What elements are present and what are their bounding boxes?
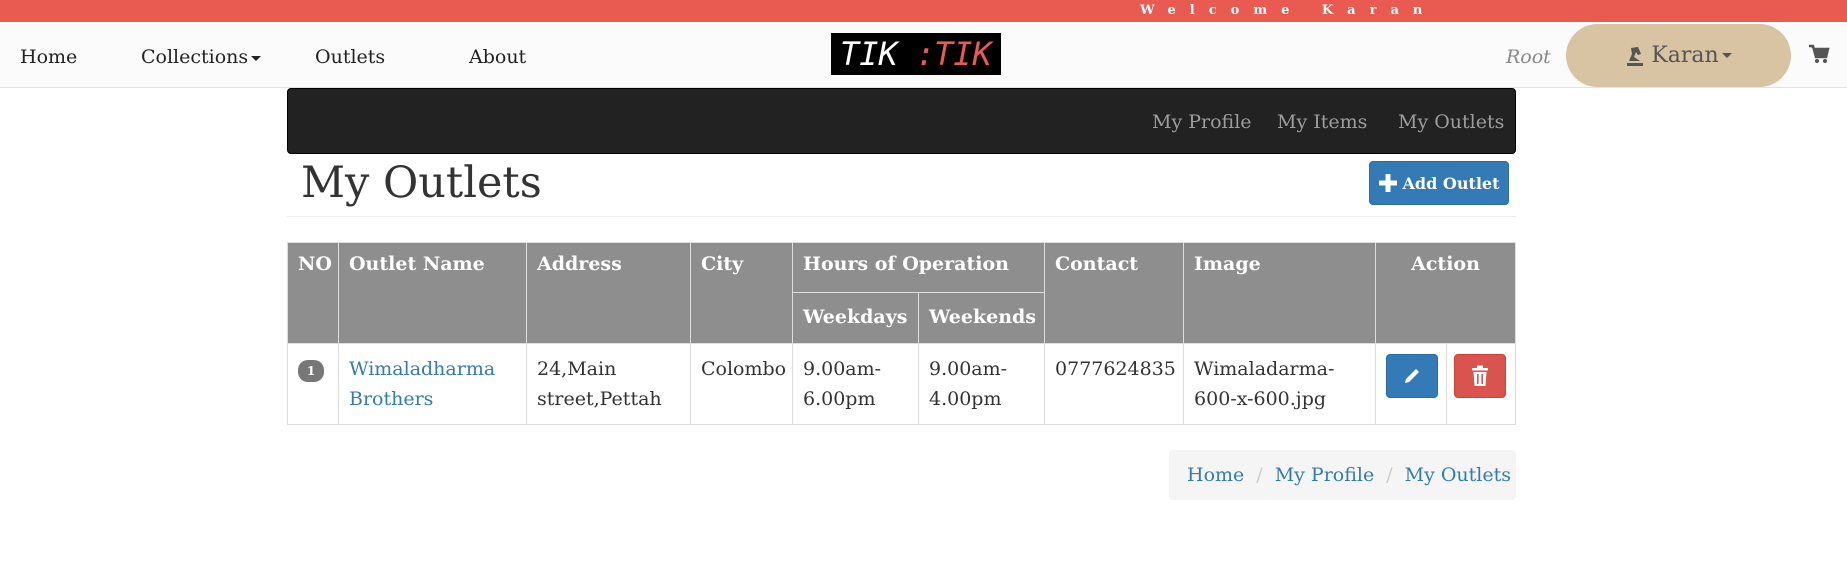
- header-weekends: Weekends: [917, 292, 1046, 344]
- plus-icon: [1378, 174, 1397, 192]
- breadcrumb: Home / My Profile / My Outlets: [1169, 450, 1516, 500]
- chevron-down-icon: [251, 55, 262, 61]
- breadcrumb-my-outlets[interactable]: My Outlets: [1405, 464, 1511, 486]
- header-weekdays: Weekdays: [792, 292, 919, 344]
- nav-collections-dropdown[interactable]: Collections: [141, 46, 262, 68]
- add-outlet-label: Add Outlet: [1402, 173, 1500, 193]
- cell-image: Wimaladarma-600-x-600.jpg: [1183, 343, 1377, 425]
- logo-left-text: TIK: [840, 37, 901, 71]
- nav-outlets-link[interactable]: Outlets: [315, 46, 385, 68]
- logo-right-text: TIK: [934, 37, 995, 71]
- header-contact: Contact: [1044, 242, 1185, 344]
- brand-logo[interactable]: TIK : TIK: [831, 33, 1001, 75]
- top-navbar: Home Collections Outlets About TIK : TIK…: [0, 22, 1847, 88]
- chess-knight-icon: [1627, 46, 1644, 66]
- breadcrumb-my-profile[interactable]: My Profile: [1275, 464, 1375, 486]
- logo-separator: :: [916, 37, 935, 71]
- profile-subnav: My Profile My Items My Outlets: [287, 88, 1516, 154]
- action-divider: [1376, 344, 1448, 424]
- nav-home-link[interactable]: Home: [20, 46, 77, 68]
- table-row: 1 Wimaladharma Brothers 24,Main street,P…: [287, 343, 1517, 425]
- title-divider: [287, 216, 1516, 217]
- cart-icon[interactable]: [1808, 44, 1830, 68]
- subnav-my-outlets[interactable]: My Outlets: [1398, 111, 1504, 133]
- cell-address: 24,Main street,Pettah: [526, 343, 691, 425]
- welcome-bar: Welcome Karan: [0, 0, 1847, 22]
- breadcrumb-home[interactable]: Home: [1187, 464, 1244, 486]
- header-city: City: [690, 242, 793, 344]
- cell-weekends: 9.00am-4.00pm: [917, 343, 1046, 425]
- subnav-my-items[interactable]: My Items: [1277, 111, 1367, 133]
- cell-contact: 0777624835: [1044, 343, 1185, 425]
- subnav-my-profile[interactable]: My Profile: [1152, 111, 1252, 133]
- cell-city: Colombo: [690, 343, 793, 425]
- outlets-table: NO Outlet Name Address City Hours of Ope…: [287, 242, 1517, 425]
- header-outlet-name: Outlet Name: [338, 242, 527, 344]
- cell-name: Wimaladharma Brothers: [338, 343, 527, 425]
- logo-graphic: TIK : TIK: [840, 37, 995, 71]
- table-header-row: NO Outlet Name Address City Hours of Ope…: [287, 242, 1517, 344]
- user-menu-button[interactable]: Karan: [1566, 24, 1791, 87]
- header-no: NO: [287, 242, 339, 344]
- user-name: Karan: [1651, 43, 1719, 68]
- welcome-text: Welcome Karan: [1140, 3, 1437, 18]
- breadcrumb-separator: /: [1386, 464, 1393, 486]
- breadcrumb-separator: /: [1256, 464, 1263, 486]
- header-address: Address: [526, 242, 691, 344]
- header-hours: Hours of Operation: [791, 242, 1046, 293]
- header-image: Image: [1183, 242, 1377, 344]
- cell-action: [1375, 343, 1517, 425]
- row-number-badge: 1: [298, 360, 324, 382]
- outlet-name-link[interactable]: Wimaladharma Brothers: [349, 358, 495, 410]
- nav-collections-label: Collections: [141, 46, 249, 68]
- chevron-down-icon: [1721, 53, 1732, 58]
- root-label: Root: [1506, 46, 1551, 68]
- add-outlet-button[interactable]: Add Outlet: [1369, 161, 1509, 205]
- delete-button[interactable]: [1454, 354, 1507, 398]
- page-title: My Outlets: [301, 158, 542, 208]
- trash-icon: [1472, 365, 1489, 386]
- header-action: Action: [1375, 242, 1517, 344]
- cell-no: 1: [287, 343, 339, 425]
- cell-weekdays: 9.00am-6.00pm: [792, 343, 919, 425]
- nav-about-link[interactable]: About: [469, 46, 526, 68]
